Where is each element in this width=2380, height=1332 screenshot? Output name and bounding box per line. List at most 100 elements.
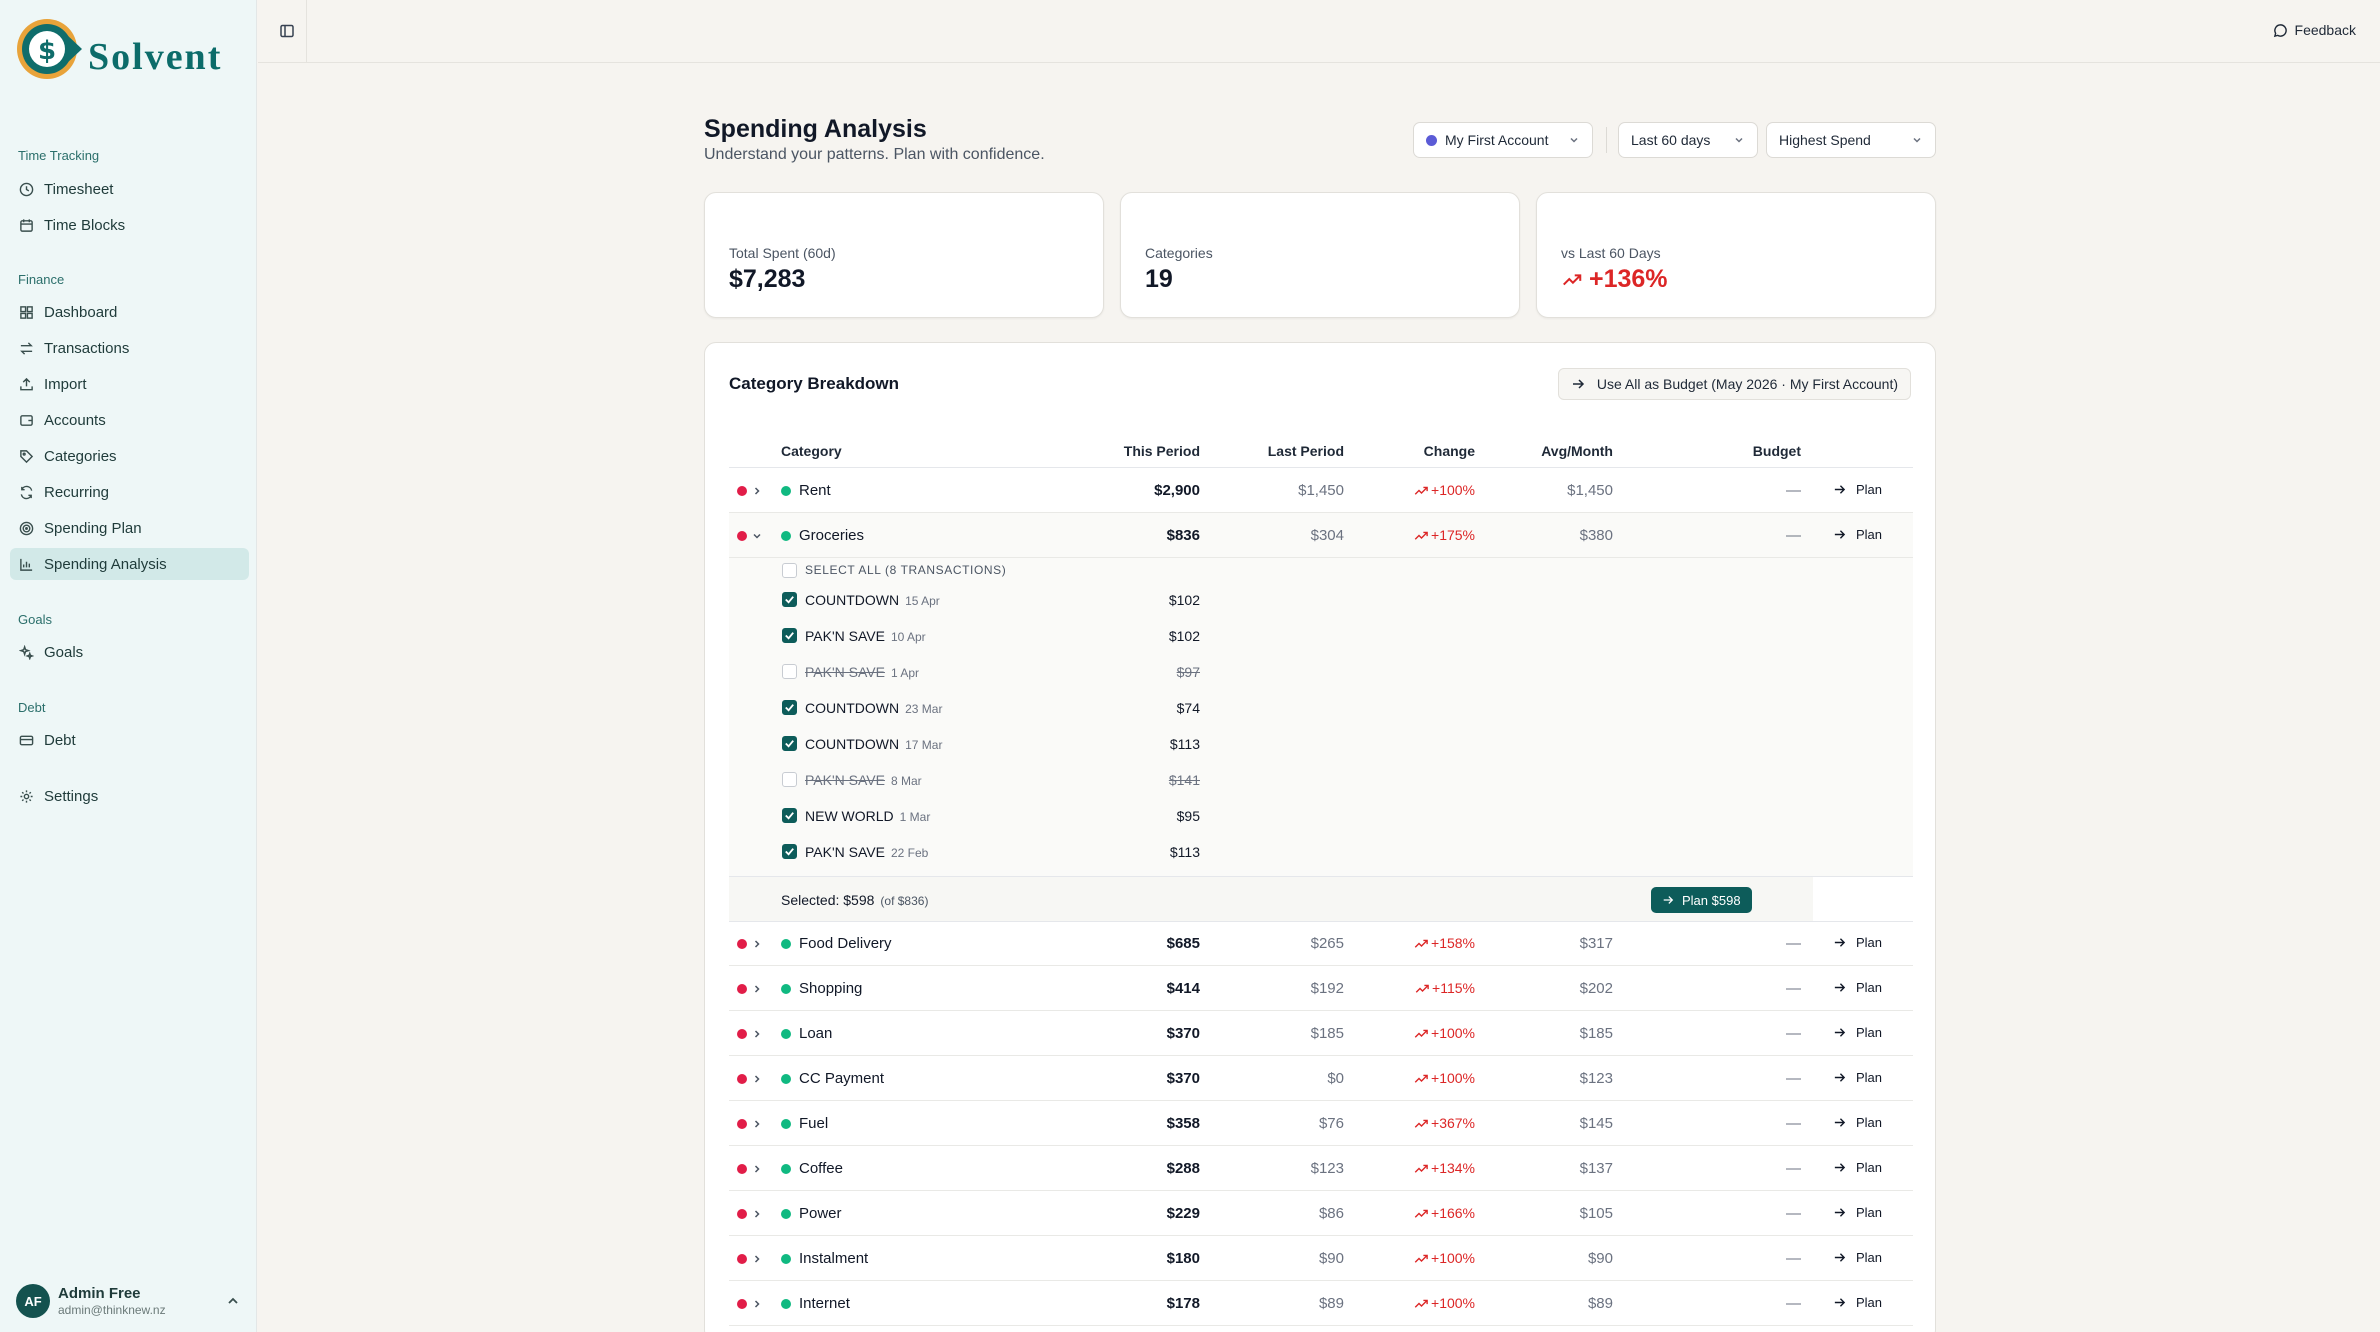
category-color-dot bbox=[781, 1164, 791, 1174]
sidebar-item-debt[interactable]: Debt bbox=[10, 724, 249, 756]
select-all-checkbox[interactable] bbox=[782, 563, 797, 578]
budget-value: — bbox=[1786, 1025, 1801, 1042]
transaction-checkbox[interactable] bbox=[782, 592, 797, 607]
plan-button[interactable]: Plan bbox=[1833, 1025, 1882, 1040]
last-period-value: $1,450 bbox=[1298, 482, 1344, 499]
plan-button[interactable]: Plan bbox=[1833, 1070, 1882, 1085]
sidebar-toggle-icon[interactable] bbox=[276, 20, 298, 42]
transaction-row[interactable]: COUNTDOWN 17 Mar $113 bbox=[729, 726, 1913, 762]
chevron-right-icon[interactable] bbox=[751, 1297, 763, 1309]
plan-button[interactable]: Plan bbox=[1833, 1115, 1882, 1130]
this-period-value: $414 bbox=[1166, 980, 1200, 997]
table-row[interactable]: Coffee $288 $123 +134% $137 — Plan bbox=[729, 1146, 1913, 1191]
status-dot bbox=[737, 1164, 747, 1174]
sidebar-item-dashboard[interactable]: Dashboard bbox=[10, 296, 249, 328]
period-select[interactable]: Last 60 days bbox=[1618, 122, 1758, 158]
last-period-value: $123 bbox=[1310, 1160, 1344, 1177]
table-row[interactable]: Instalment $180 $90 +100% $90 — Plan bbox=[729, 1236, 1913, 1281]
avg-month-value: $137 bbox=[1579, 1160, 1613, 1177]
transaction-row[interactable]: PAK'N SAVE 10 Apr $102 bbox=[729, 618, 1913, 654]
transaction-checkbox[interactable] bbox=[782, 808, 797, 823]
table-row[interactable]: Power $229 $86 +166% $105 — Plan bbox=[729, 1191, 1913, 1236]
sidebar-item-import[interactable]: Import bbox=[10, 368, 249, 400]
avg-month-value: $1,450 bbox=[1567, 482, 1613, 499]
table-row[interactable]: Groceries $836 $304 +175% $380 — Plan bbox=[729, 513, 1913, 558]
chevron-right-icon[interactable] bbox=[751, 1117, 763, 1129]
plan-button[interactable]: Plan bbox=[1833, 1160, 1882, 1175]
chevron-right-icon[interactable] bbox=[751, 484, 763, 496]
divider bbox=[306, 0, 307, 63]
transaction-checkbox[interactable] bbox=[782, 628, 797, 643]
category-name: Fuel bbox=[799, 1115, 829, 1132]
avg-month-value: $123 bbox=[1579, 1070, 1613, 1087]
sidebar-item-transactions[interactable]: Transactions bbox=[10, 332, 249, 364]
transaction-row[interactable]: NEW WORLD 1 Mar $95 bbox=[729, 798, 1913, 834]
category-color-dot bbox=[781, 1209, 791, 1219]
chevron-down-icon[interactable] bbox=[751, 529, 763, 541]
table-row[interactable]: Internet $178 $89 +100% $89 — Plan bbox=[729, 1281, 1913, 1326]
table-row[interactable]: Rent $2,900 $1,450 +100% $1,450 — Plan bbox=[729, 468, 1913, 513]
chevron-right-icon[interactable] bbox=[751, 982, 763, 994]
category-color-dot bbox=[781, 984, 791, 994]
chevron-right-icon[interactable] bbox=[751, 937, 763, 949]
plan-selected-button[interactable]: Plan $598 bbox=[1651, 887, 1752, 913]
plan-button[interactable]: Plan bbox=[1833, 935, 1882, 950]
sidebar-item-time-blocks[interactable]: Time Blocks bbox=[10, 209, 249, 241]
chevron-right-icon[interactable] bbox=[751, 1207, 763, 1219]
sidebar-item-categories[interactable]: Categories bbox=[10, 440, 249, 472]
change-value: +100% bbox=[1414, 1295, 1475, 1311]
user-menu[interactable]: AF Admin Free admin@thinknew.nz bbox=[16, 1284, 241, 1318]
transaction-checkbox[interactable] bbox=[782, 664, 797, 679]
chevron-right-icon[interactable] bbox=[751, 1162, 763, 1174]
sidebar-item-timesheet[interactable]: Timesheet bbox=[10, 173, 249, 205]
plan-button[interactable]: Plan bbox=[1833, 482, 1882, 497]
transaction-row[interactable]: PAK'N SAVE 1 Apr $97 bbox=[729, 654, 1913, 690]
table-row[interactable]: Food Delivery $685 $265 +158% $317 — Plan bbox=[729, 921, 1913, 966]
table-row[interactable]: Shopping $414 $192 +115% $202 — Plan bbox=[729, 966, 1913, 1011]
transaction-row[interactable]: PAK'N SAVE 8 Mar $141 bbox=[729, 762, 1913, 798]
plan-button[interactable]: Plan bbox=[1833, 980, 1882, 995]
transaction-checkbox[interactable] bbox=[782, 844, 797, 859]
sidebar-item-recurring[interactable]: Recurring bbox=[10, 476, 249, 508]
change-text: +100% bbox=[1431, 1250, 1475, 1266]
transaction-name: COUNTDOWN bbox=[805, 592, 900, 608]
table-row[interactable]: Fuel $358 $76 +367% $145 — Plan bbox=[729, 1101, 1913, 1146]
change-text: +115% bbox=[1432, 980, 1475, 996]
sidebar-item-accounts[interactable]: Accounts bbox=[10, 404, 249, 436]
table-row[interactable]: Loan $370 $185 +100% $185 — Plan bbox=[729, 1011, 1913, 1056]
svg-text:$: $ bbox=[38, 36, 56, 66]
select-all-label: SELECT ALL (8 TRANSACTIONS) bbox=[805, 563, 1007, 577]
transaction-name-wrap: PAK'N SAVE 8 Mar bbox=[805, 772, 922, 788]
transaction-checkbox[interactable] bbox=[782, 736, 797, 751]
avg-month-value: $105 bbox=[1579, 1205, 1613, 1222]
transaction-list: SELECT ALL (8 TRANSACTIONS) COUNTDOWN 15 A… bbox=[729, 558, 1913, 876]
plan-button[interactable]: Plan bbox=[1833, 527, 1882, 542]
trend-up-icon bbox=[1563, 273, 1582, 285]
transaction-row[interactable]: COUNTDOWN 23 Mar $74 bbox=[729, 690, 1913, 726]
transaction-row[interactable]: COUNTDOWN 15 Apr $102 bbox=[729, 582, 1913, 618]
change-text: +166% bbox=[1431, 1205, 1475, 1221]
transaction-row[interactable]: PAK'N SAVE 22 Feb $113 bbox=[729, 834, 1913, 870]
sidebar-item-settings[interactable]: Settings bbox=[10, 780, 249, 812]
use-all-as-budget-button[interactable]: Use All as Budget (May 2026 · My First A… bbox=[1557, 368, 1911, 400]
brand[interactable]: $ Solvent bbox=[16, 14, 222, 84]
chevron-right-icon[interactable] bbox=[751, 1027, 763, 1039]
sidebar-item-spending-plan[interactable]: Spending Plan bbox=[10, 512, 249, 544]
sidebar-item-spending-analysis[interactable]: Spending Analysis bbox=[10, 548, 249, 580]
plan-label: Plan bbox=[1856, 1070, 1883, 1085]
this-period-value: $2,900 bbox=[1154, 482, 1200, 499]
feedback-button[interactable]: Feedback bbox=[2273, 22, 2356, 38]
tag-icon bbox=[18, 448, 34, 464]
plan-button[interactable]: Plan bbox=[1833, 1295, 1882, 1310]
chevron-right-icon[interactable] bbox=[751, 1252, 763, 1264]
transaction-checkbox[interactable] bbox=[782, 700, 797, 715]
sort-select[interactable]: Highest Spend bbox=[1766, 122, 1936, 158]
chevron-right-icon[interactable] bbox=[751, 1072, 763, 1084]
sidebar-item-goals[interactable]: Goals bbox=[10, 636, 249, 668]
plan-button[interactable]: Plan bbox=[1833, 1205, 1882, 1220]
arrow-right-icon bbox=[1833, 936, 1856, 949]
account-select[interactable]: My First Account bbox=[1413, 122, 1593, 158]
table-row[interactable]: CC Payment $370 $0 +100% $123 — Plan bbox=[729, 1056, 1913, 1101]
plan-button[interactable]: Plan bbox=[1833, 1250, 1882, 1265]
transaction-checkbox[interactable] bbox=[782, 772, 797, 787]
